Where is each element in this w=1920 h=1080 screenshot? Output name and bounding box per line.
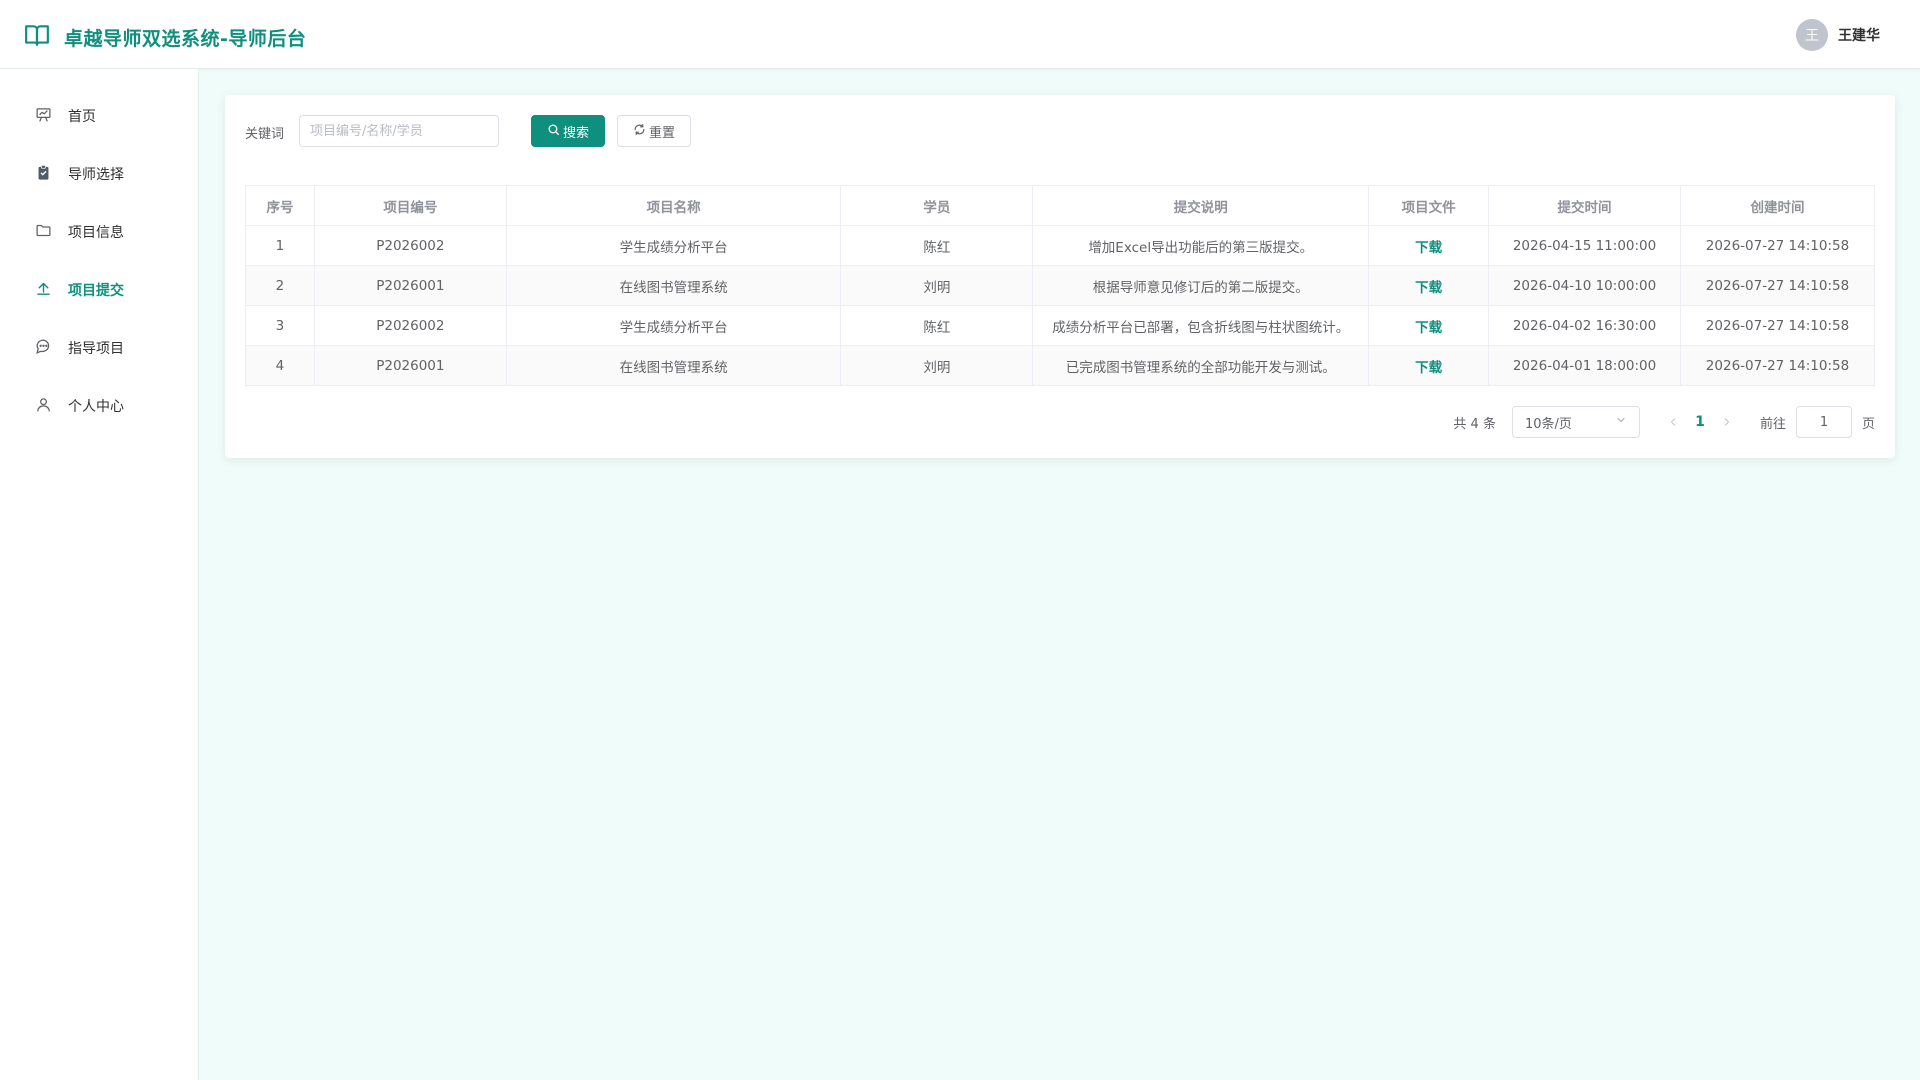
keyword-label: 关键词 [245, 127, 285, 142]
download-link[interactable]: 下载 [1415, 360, 1442, 376]
sidebar-item-label: 项目信息 [68, 225, 124, 241]
cell-submit-time: 2026-04-15 11:00:00 [1488, 225, 1681, 266]
cell-name: 在线图书管理系统 [505, 265, 842, 306]
folder-icon [35, 222, 68, 243]
cell-student: 刘明 [840, 265, 1034, 306]
table-row[interactable]: 2 P2026001 在线图书管理系统 刘明 根据导师意见修订后的第二版提交。 … [245, 265, 1875, 306]
cell-create-time: 2026-07-27 14:10:58 [1680, 305, 1875, 346]
cell-code: P2026001 [313, 265, 507, 306]
cell-submit-time: 2026-04-01 18:00:00 [1488, 345, 1681, 386]
cell-code: P2026001 [313, 345, 507, 386]
cell-note: 成绩分析平台已部署，包含折线图与柱状图统计。 [1032, 305, 1370, 346]
brand: 卓越导师双选系统-导师后台 [24, 22, 306, 52]
sidebar-item-guided-projects[interactable]: 指导项目 [0, 319, 199, 377]
sidebar-item-home[interactable]: 首页 [0, 87, 199, 145]
total-count: 共 4 条 [1453, 416, 1496, 432]
table-row[interactable]: 3 P2026002 学生成绩分析平台 陈红 成绩分析平台已部署，包含折线图与柱… [245, 305, 1875, 346]
sidebar-item-project-info[interactable]: 项目信息 [0, 203, 199, 261]
prev-page-button[interactable] [1662, 416, 1684, 428]
reset-button-label: 重置 [648, 125, 675, 141]
sidebar-item-label: 首页 [68, 109, 96, 125]
search-icon [547, 123, 563, 140]
chevron-right-icon [1724, 418, 1730, 426]
top-header: 卓越导师双选系统-导师后台 王 王建华 [0, 0, 1920, 69]
chevron-down-icon [1615, 414, 1627, 430]
column-header: 项目文件 [1368, 185, 1490, 226]
sidebar-item-advisor-selection[interactable]: 导师选择 [0, 145, 199, 203]
cell-note: 已完成图书管理系统的全部功能开发与测试。 [1032, 345, 1370, 386]
pagination: 共 4 条 10条/页 1 前往 页 [1453, 406, 1875, 438]
sidebar-item-profile[interactable]: 个人中心 [0, 377, 199, 435]
sidebar-item-label: 项目提交 [68, 283, 124, 299]
download-link[interactable]: 下载 [1415, 320, 1442, 336]
table-header-row: 序号 项目编号 项目名称 学员 提交说明 项目文件 提交时间 创建时间 [245, 185, 1875, 226]
cell-student: 陈红 [840, 225, 1034, 266]
download-link[interactable]: 下载 [1415, 280, 1442, 296]
app-title: 卓越导师双选系统-导师后台 [64, 27, 307, 50]
presentation-icon [35, 106, 68, 127]
cell-index: 2 [245, 265, 315, 306]
cell-note: 增加Excel导出功能后的第三版提交。 [1032, 225, 1370, 266]
goto-page-input[interactable] [1795, 406, 1852, 438]
column-header: 创建时间 [1680, 185, 1875, 226]
upload-icon [35, 280, 68, 301]
cell-file: 下载 [1368, 345, 1490, 386]
chevron-left-icon [1670, 418, 1676, 426]
sidebar-item-project-submission[interactable]: 项目提交 [0, 261, 199, 319]
goto-label: 前往 [1759, 416, 1786, 432]
column-header: 学员 [840, 185, 1034, 226]
cell-name: 在线图书管理系统 [505, 345, 842, 386]
submission-table: 序号 项目编号 项目名称 学员 提交说明 项目文件 提交时间 创建时间 1 P2… [245, 185, 1875, 386]
cell-create-time: 2026-07-27 14:10:58 [1680, 225, 1875, 266]
sidebar-item-label: 导师选择 [68, 167, 124, 183]
cell-index: 4 [245, 345, 315, 386]
cell-code: P2026002 [313, 305, 507, 346]
sidebar-item-label: 指导项目 [68, 341, 124, 357]
cell-student: 刘明 [840, 345, 1034, 386]
column-header: 提交说明 [1032, 185, 1370, 226]
cell-create-time: 2026-07-27 14:10:58 [1680, 265, 1875, 306]
chat-bubble-icon [35, 338, 68, 359]
download-link[interactable]: 下载 [1415, 240, 1442, 256]
page-unit-label: 页 [1861, 416, 1875, 432]
cell-student: 陈红 [840, 305, 1034, 346]
page-size-value: 10条/页 [1524, 416, 1572, 432]
sidebar: 首页 导师选择 项目信息 项目提交 指导项目 个人中心 [0, 69, 199, 1080]
cell-note: 根据导师意见修订后的第二版提交。 [1032, 265, 1370, 306]
sidebar-item-label: 个人中心 [68, 399, 124, 415]
cell-name: 学生成绩分析平台 [505, 305, 842, 346]
reset-button[interactable]: 重置 [617, 115, 691, 147]
cell-index: 3 [245, 305, 315, 346]
clipboard-check-icon [35, 164, 68, 185]
cell-create-time: 2026-07-27 14:10:58 [1680, 345, 1875, 386]
cell-submit-time: 2026-04-10 10:00:00 [1488, 265, 1681, 306]
user-menu[interactable]: 王 王建华 [1796, 19, 1880, 51]
column-header: 提交时间 [1488, 185, 1681, 226]
column-header: 项目名称 [505, 185, 842, 226]
column-header: 项目编号 [313, 185, 507, 226]
avatar[interactable]: 王 [1796, 19, 1828, 51]
search-button-label: 搜索 [562, 125, 589, 141]
table-row[interactable]: 1 P2026002 学生成绩分析平台 陈红 增加Excel导出功能后的第三版提… [245, 225, 1875, 266]
refresh-icon [633, 123, 649, 140]
search-input[interactable] [299, 115, 499, 147]
cell-code: P2026002 [313, 225, 507, 266]
page-size-select[interactable]: 10条/页 [1511, 406, 1640, 438]
table-row[interactable]: 4 P2026001 在线图书管理系统 刘明 已完成图书管理系统的全部功能开发与… [245, 345, 1875, 386]
user-icon [35, 396, 68, 417]
cell-file: 下载 [1368, 265, 1490, 306]
cell-file: 下载 [1368, 305, 1490, 346]
page-number-current[interactable]: 1 [1684, 414, 1716, 430]
next-page-button[interactable] [1716, 416, 1738, 428]
user-name[interactable]: 王建华 [1838, 25, 1880, 45]
cell-index: 1 [245, 225, 315, 266]
open-book-icon [24, 22, 50, 52]
search-button[interactable]: 搜索 [531, 115, 605, 147]
main-card: 关键词 搜索 重置 序号 项目编号 项目名称 学员 提交说明 项目文件 提交时间 [225, 95, 1895, 458]
column-header: 序号 [245, 185, 315, 226]
cell-name: 学生成绩分析平台 [505, 225, 842, 266]
cell-submit-time: 2026-04-02 16:30:00 [1488, 305, 1681, 346]
cell-file: 下载 [1368, 225, 1490, 266]
